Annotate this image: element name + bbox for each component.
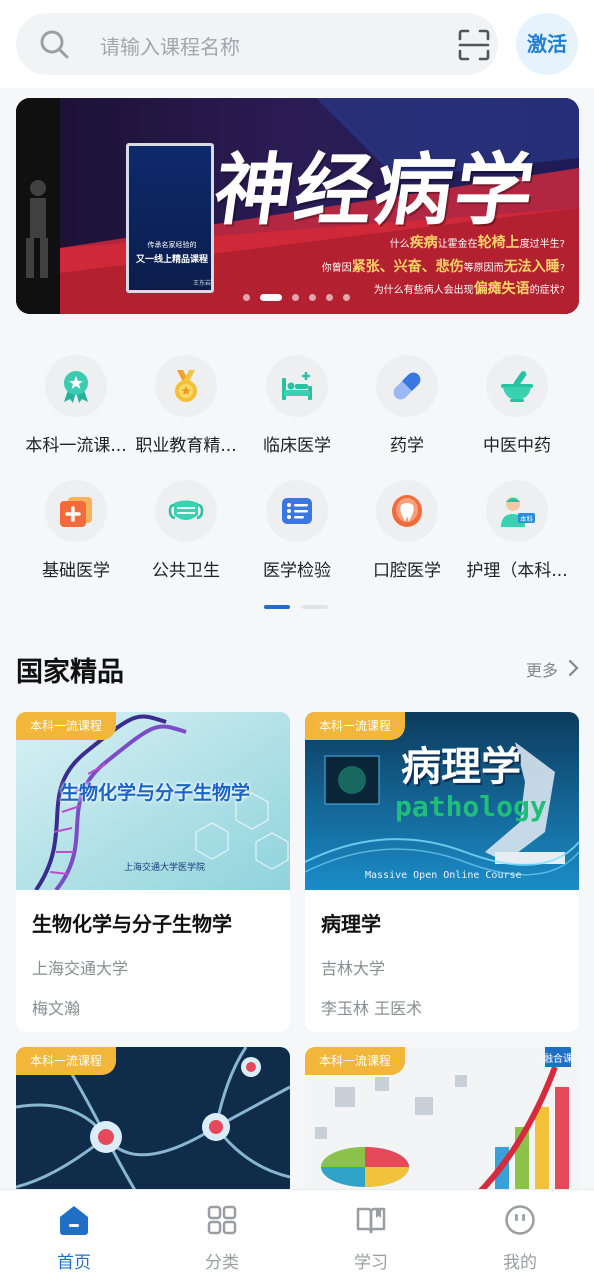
thumbnail-badge: 融合课 bbox=[543, 1052, 573, 1065]
top-bar: 请输入课程名称 激活 bbox=[0, 0, 594, 88]
banner-dot[interactable] bbox=[309, 294, 316, 301]
banner-dot[interactable] bbox=[343, 294, 350, 301]
banner-title: 神经病学 bbox=[208, 145, 542, 236]
section-title: 国家精品 bbox=[16, 657, 124, 688]
category-public-health[interactable]: 公共卫生 bbox=[131, 480, 241, 581]
thumbnail-title: 病理学 bbox=[401, 744, 521, 790]
nav-label: 首页 bbox=[57, 1253, 91, 1273]
course-title: 病理学 bbox=[321, 912, 381, 936]
search-bar[interactable]: 请输入课程名称 bbox=[16, 13, 498, 75]
course-thumbnail: 生物化学与分子生物学 上海交通大学医学院 本科一流课程 bbox=[16, 712, 290, 890]
thumbnail-subtitle: pathology bbox=[395, 790, 547, 823]
banner-dot[interactable] bbox=[243, 294, 250, 301]
banner-dot[interactable] bbox=[292, 294, 299, 301]
course-teachers: 李玉林 王医术 bbox=[321, 999, 423, 1018]
course-university: 吉林大学 bbox=[321, 959, 386, 978]
hospital-bed-icon bbox=[282, 372, 312, 400]
category-label: 中医中药 bbox=[483, 436, 551, 456]
course-thumbnail: 病理学 pathology Massive Open Online Course… bbox=[305, 712, 579, 890]
course-thumbnail: 本科一流课程 bbox=[16, 1047, 290, 1197]
page-indicator bbox=[302, 605, 328, 609]
activate-button[interactable]: 激活 bbox=[516, 13, 578, 75]
thumbnail-school: 上海交通大学医学院 bbox=[124, 863, 206, 873]
course-university: 上海交通大学 bbox=[32, 959, 129, 978]
medal-icon bbox=[175, 370, 197, 402]
nav-home[interactable]: 首页 bbox=[0, 1190, 148, 1280]
banner-dot-active[interactable] bbox=[260, 294, 282, 301]
thumbnail-title: 生物化学与分子生物学 bbox=[60, 782, 251, 804]
category-clinical[interactable]: 临床医学 bbox=[242, 355, 352, 456]
svg-text:本科: 本科 bbox=[520, 514, 534, 523]
nav-label: 分类 bbox=[205, 1253, 239, 1273]
category-label: 医学检验 bbox=[263, 561, 331, 581]
category-label: 药学 bbox=[390, 436, 424, 456]
nurse-icon: 本科 bbox=[501, 497, 535, 527]
course-title: 生物化学与分子生物学 bbox=[32, 912, 232, 936]
book-icon bbox=[356, 1207, 386, 1234]
capsule-icon bbox=[393, 372, 421, 400]
book-line2: 又一线上精品课程 bbox=[135, 255, 208, 265]
category-label: 护理（本科... bbox=[466, 561, 568, 581]
search-placeholder[interactable]: 请输入课程名称 bbox=[100, 31, 240, 60]
course-card[interactable]: 病理学 pathology Massive Open Online Course… bbox=[305, 712, 579, 1032]
course-card[interactable]: 本科一流课程 bbox=[16, 1047, 290, 1197]
scan-icon[interactable] bbox=[456, 27, 492, 63]
course-card[interactable]: 生物化学与分子生物学 上海交通大学医学院 本科一流课程 生物化学与分子生物学 上… bbox=[16, 712, 290, 1032]
test-list-icon bbox=[282, 498, 312, 524]
course-tag: 本科一流课程 bbox=[305, 1047, 406, 1075]
banner-book-cover: 传承名家经验的 又一线上精品课程 王东岩 bbox=[126, 143, 214, 293]
course-thumbnail: 融合课 本科一流课程 bbox=[305, 1047, 579, 1197]
tooth-icon bbox=[392, 495, 422, 527]
banner-line-2: 你曾因紧张、兴奋、悲伤等原因而无法入睡? bbox=[321, 259, 565, 275]
course-tag: 本科一流课程 bbox=[16, 1047, 117, 1075]
category-lab-medicine[interactable]: 医学检验 bbox=[242, 480, 352, 581]
nav-category[interactable]: 分类 bbox=[148, 1190, 296, 1280]
bottom-navigation: 首页 分类 学习 我的 bbox=[0, 1189, 594, 1280]
book-author: 王东岩 bbox=[192, 280, 211, 287]
thumbnail-mooc: Massive Open Online Course bbox=[365, 870, 522, 881]
category-pharmacy[interactable]: 药学 bbox=[352, 355, 462, 456]
course-tag: 本科一流课程 bbox=[16, 712, 117, 740]
first-aid-kit-icon bbox=[60, 497, 92, 527]
search-icon bbox=[40, 30, 69, 59]
category-label: 临床医学 bbox=[263, 436, 331, 456]
category-label: 职业教育精... bbox=[135, 436, 237, 456]
promo-banner[interactable]: 传承名家经验的 又一线上精品课程 王东岩 神经病学 什么疾病让霍金在轮椅上度过半… bbox=[16, 98, 579, 314]
more-link[interactable]: 更多 bbox=[526, 657, 558, 681]
grid-icon bbox=[207, 1205, 237, 1235]
category-label: 本科一流课... bbox=[25, 436, 127, 456]
category-tcm[interactable]: 中医中药 bbox=[462, 355, 572, 456]
chevron-right-icon[interactable] bbox=[568, 659, 580, 677]
category-undergrad-first-class[interactable]: 本科一流课... bbox=[21, 355, 131, 456]
category-stomatology[interactable]: 口腔医学 bbox=[352, 480, 462, 581]
page-indicator-active bbox=[264, 605, 290, 609]
nav-label: 学习 bbox=[354, 1253, 388, 1273]
course-teachers: 梅文瀚 bbox=[32, 999, 81, 1018]
face-mask-icon bbox=[168, 500, 204, 520]
category-basic-medicine[interactable]: 基础医学 bbox=[21, 480, 131, 581]
home-icon bbox=[60, 1206, 88, 1235]
category-label: 口腔医学 bbox=[373, 561, 441, 581]
category-vocational[interactable]: 职业教育精... bbox=[131, 355, 241, 456]
award-badge-icon bbox=[64, 371, 88, 403]
category-label: 公共卫生 bbox=[152, 561, 220, 581]
course-card[interactable]: 融合课 本科一流课程 bbox=[305, 1047, 579, 1197]
banner-line-3: 为什么有些病人会出现偏瘫失语的症状? bbox=[373, 281, 565, 297]
book-line1: 传承名家经验的 bbox=[147, 241, 197, 249]
nav-study[interactable]: 学习 bbox=[297, 1190, 445, 1280]
banner-line-1: 什么疾病让霍金在轮椅上度过半生? bbox=[389, 235, 565, 251]
category-nursing[interactable]: 本科 护理（本科... bbox=[462, 480, 572, 581]
mortar-pestle-icon bbox=[501, 371, 533, 402]
course-tag: 本科一流课程 bbox=[305, 712, 406, 740]
nav-label: 我的 bbox=[503, 1253, 537, 1273]
banner-dot[interactable] bbox=[326, 294, 333, 301]
profile-icon bbox=[505, 1205, 535, 1235]
nav-profile[interactable]: 我的 bbox=[446, 1190, 594, 1280]
category-label: 基础医学 bbox=[42, 561, 110, 581]
